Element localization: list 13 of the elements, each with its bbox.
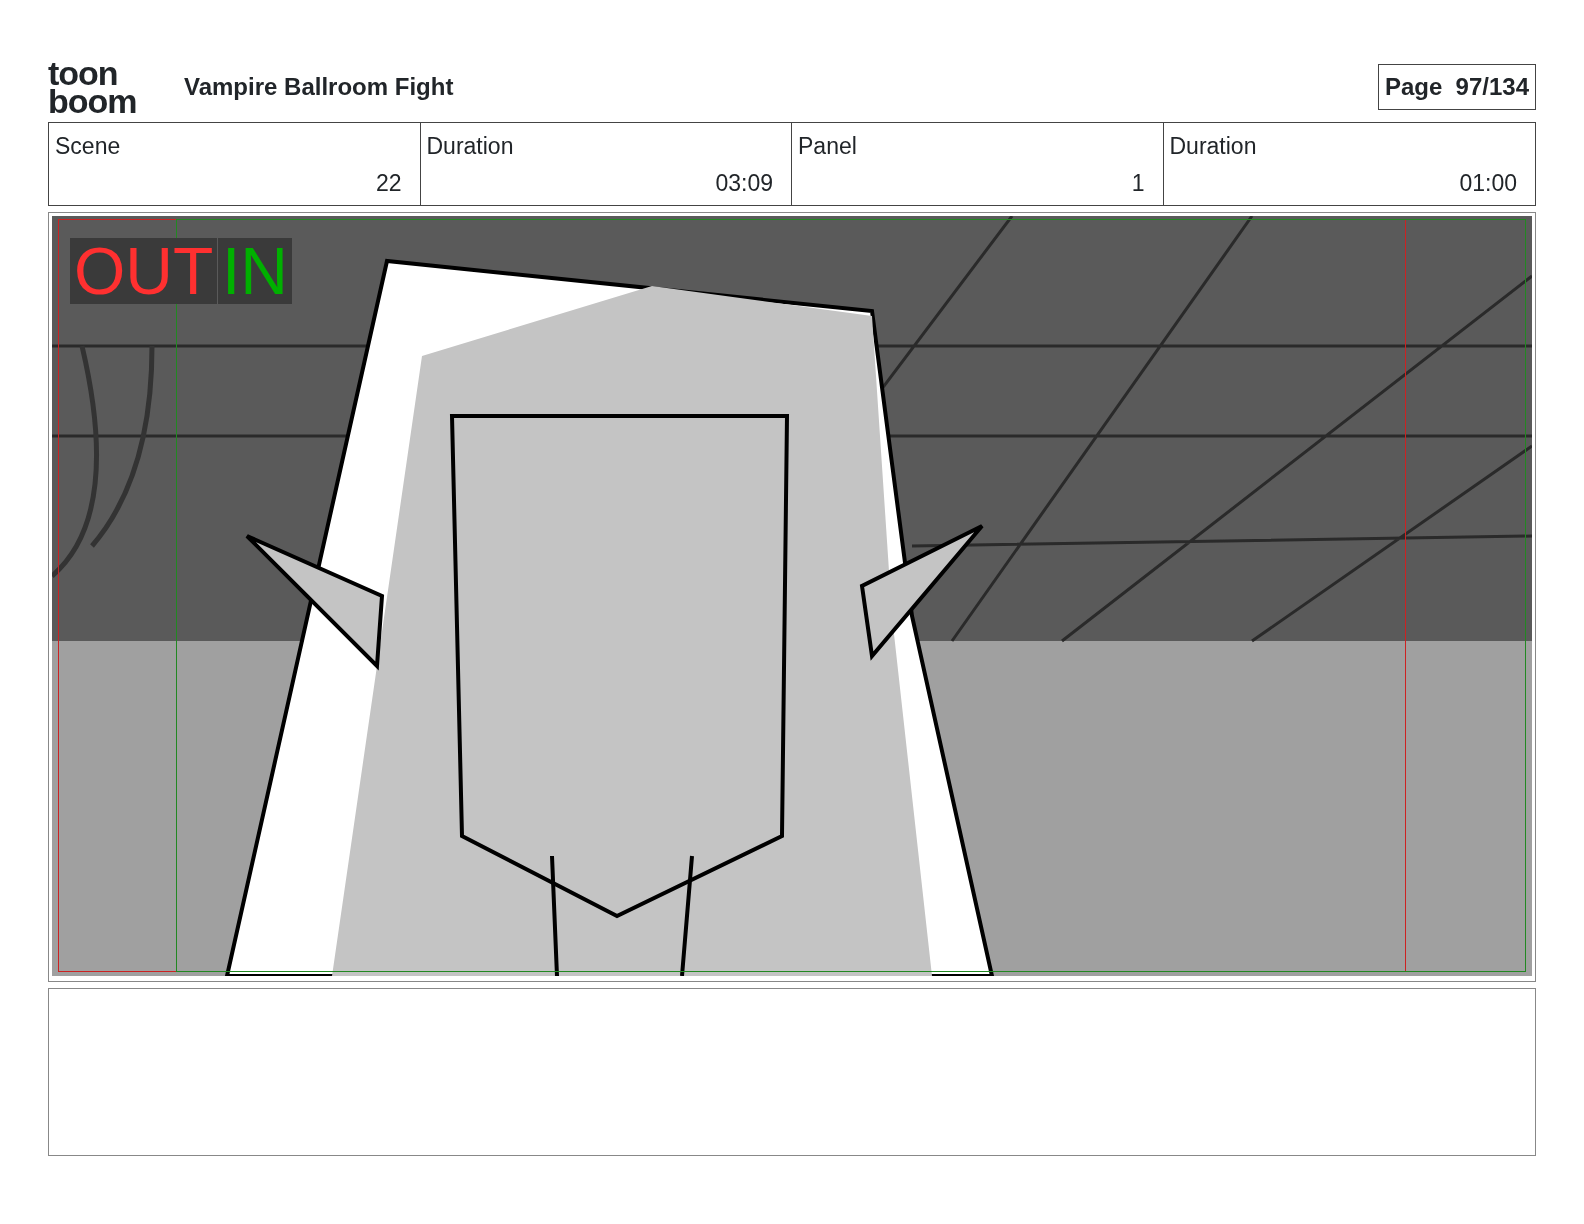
field-value: 22 <box>375 168 402 198</box>
field-label: Scene <box>55 132 122 161</box>
field-value: 1 <box>1131 168 1145 198</box>
logo: toon boom <box>48 59 138 115</box>
frame-marker: IN <box>222 234 288 308</box>
field-label: Panel <box>798 132 858 161</box>
field-label: Duration <box>1169 132 1258 161</box>
page-number: Page 97/134 <box>1377 64 1536 110</box>
field-value: 01:00 <box>1459 168 1517 198</box>
frame-marker: OUT <box>74 234 214 308</box>
field-value: 03:09 <box>715 168 773 198</box>
document-title: Vampire Ballroom Fight <box>184 72 454 102</box>
field-label: Duration <box>426 132 515 161</box>
